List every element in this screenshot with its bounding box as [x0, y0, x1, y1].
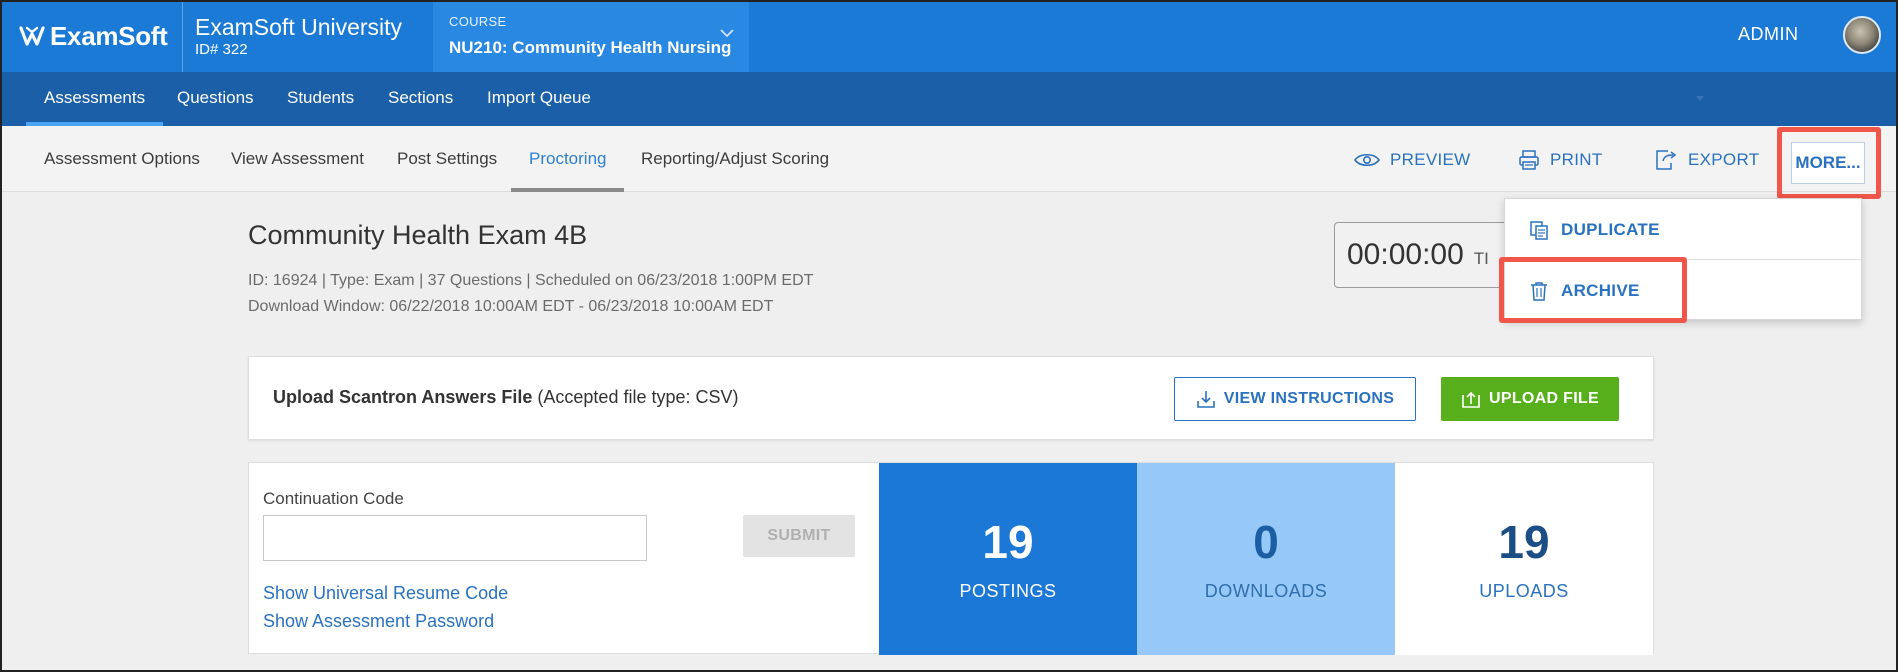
export-icon: [1656, 150, 1677, 170]
nav-assessments[interactable]: Assessments: [26, 72, 164, 126]
logo-text: ExamSoft: [50, 20, 168, 51]
postings-count: 19: [982, 516, 1034, 568]
upload-scantron-card: Upload Scantron Answers File (Accepted f…: [248, 356, 1654, 440]
printer-icon: [1519, 150, 1539, 170]
tab-proctoring[interactable]: Proctoring: [511, 126, 625, 192]
submit-button[interactable]: SUBMIT: [743, 515, 855, 557]
duplicate-icon: [1530, 220, 1548, 240]
upload-file-label: UPLOAD FILE: [1489, 390, 1599, 407]
tab-reporting-adjust-scoring[interactable]: Reporting/Adjust Scoring: [623, 126, 847, 192]
avatar[interactable]: [1843, 16, 1881, 54]
menu-item-duplicate[interactable]: DUPLICATE: [1505, 199, 1861, 260]
timer-label: TI: [1473, 249, 1489, 268]
course-caption: COURSE: [449, 14, 507, 29]
preview-label: PREVIEW: [1390, 150, 1471, 169]
caret-down-icon: [1696, 96, 1704, 101]
page-title: Community Health Exam 4B: [248, 220, 588, 250]
preview-button[interactable]: PREVIEW: [1354, 148, 1471, 172]
exam-meta: ID: 16924 | Type: Exam | 37 Questions | …: [248, 268, 813, 320]
timer-value: 00:00:00: [1347, 238, 1464, 271]
download-window: Download Window: 06/22/2018 10:00AM EDT …: [248, 298, 774, 315]
duplicate-label: DUPLICATE: [1561, 219, 1660, 239]
exam-meta-line: ID: 16924 | Type: Exam | 37 Questions | …: [248, 272, 814, 289]
continuation-code-input[interactable]: [263, 515, 647, 561]
upload-file-button[interactable]: UPLOAD FILE: [1441, 377, 1619, 421]
nav-students[interactable]: Students: [269, 72, 372, 126]
eye-icon: [1354, 153, 1380, 167]
timer-display: 00:00:00 TI: [1334, 222, 1514, 288]
upload-title: Upload Scantron Answers File: [273, 387, 533, 407]
university-info: ExamSoft University ID# 322: [195, 14, 402, 59]
nav-questions[interactable]: Questions: [159, 72, 272, 126]
user-menu[interactable]: ADMIN: [1738, 24, 1799, 45]
view-instructions-label: VIEW INSTRUCTIONS: [1223, 390, 1395, 407]
download-icon: [1196, 391, 1215, 408]
course-selector[interactable]: COURSE NU210: Community Health Nursing: [433, 0, 749, 72]
tab-assessment-options[interactable]: Assessment Options: [26, 126, 218, 192]
proctoring-card: Continuation Code SUBMIT Show Universal …: [248, 462, 1654, 655]
downloads-label: DOWNLOADS: [1204, 581, 1328, 601]
nav-import-queue[interactable]: Import Queue: [469, 72, 609, 126]
tab-post-settings[interactable]: Post Settings: [379, 126, 515, 192]
view-instructions-button[interactable]: VIEW INSTRUCTIONS: [1174, 377, 1416, 421]
stat-uploads: 19 UPLOADS: [1395, 463, 1653, 655]
highlight-box: [1499, 257, 1687, 323]
downloads-count: 0: [1253, 516, 1279, 568]
nav-sections[interactable]: Sections: [370, 72, 471, 126]
top-bar: ExamSoft ExamSoft University ID# 322 COU…: [0, 0, 1898, 72]
logo-mark-icon: [19, 26, 45, 46]
university-id: ID# 322: [195, 41, 248, 58]
print-label: PRINT: [1550, 150, 1603, 169]
main-nav: Assessments Questions Students Sections …: [0, 72, 1898, 126]
uploads-count: 19: [1498, 516, 1550, 568]
university-name: ExamSoft University: [195, 14, 403, 40]
chevron-down-icon: [720, 29, 734, 38]
show-assessment-password-link[interactable]: Show Assessment Password: [263, 611, 494, 632]
examsoft-logo[interactable]: ExamSoft: [18, 20, 168, 52]
print-button[interactable]: PRINT: [1518, 148, 1603, 172]
stat-downloads: 0 DOWNLOADS: [1137, 463, 1395, 655]
stat-postings: 19 POSTINGS: [879, 463, 1137, 655]
sub-nav: Assessment Options View Assessment Post …: [0, 126, 1898, 192]
course-name: NU210: Community Health Nursing: [449, 38, 732, 57]
export-button[interactable]: EXPORT: [1654, 148, 1759, 172]
uploads-label: UPLOADS: [1479, 581, 1569, 601]
upload-subtitle: (Accepted file type: CSV): [537, 387, 739, 407]
upload-instructions: Upload Scantron Answers File (Accepted f…: [273, 387, 739, 408]
show-universal-resume-code-link[interactable]: Show Universal Resume Code: [263, 583, 508, 604]
export-label: EXPORT: [1688, 150, 1760, 169]
highlight-box: [1777, 127, 1881, 199]
tab-view-assessment[interactable]: View Assessment: [213, 126, 382, 192]
upload-icon: [1462, 391, 1480, 408]
postings-label: POSTINGS: [959, 581, 1057, 601]
divider: [182, 0, 183, 72]
continuation-code-label: Continuation Code: [263, 489, 404, 508]
